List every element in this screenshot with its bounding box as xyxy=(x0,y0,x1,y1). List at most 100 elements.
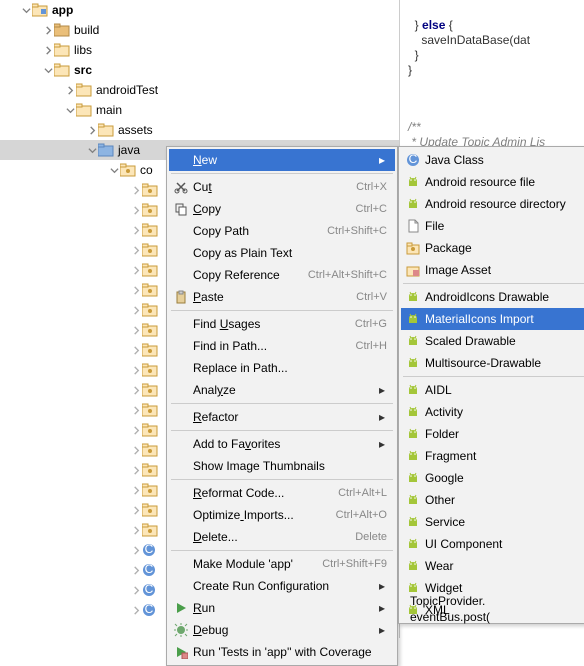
menu-item-label: UI Component xyxy=(425,537,584,551)
menu-item-wear[interactable]: Wear▸ xyxy=(401,555,584,577)
chevron-right-icon[interactable] xyxy=(130,324,142,336)
menu-item-copy-reference[interactable]: Copy ReferenceCtrl+Alt+Shift+C xyxy=(169,264,395,286)
menu-item-fragment[interactable]: Fragment▸ xyxy=(401,445,584,467)
code-line: } else { xyxy=(408,18,453,32)
menu-item-activity[interactable]: Activity▸ xyxy=(401,401,584,423)
chevron-right-icon[interactable] xyxy=(130,604,142,616)
chevron-right-icon[interactable] xyxy=(130,444,142,456)
menu-item-aidl[interactable]: AIDL▸ xyxy=(401,379,584,401)
tree-row-app[interactable]: app xyxy=(0,0,399,20)
chevron-right-icon[interactable] xyxy=(130,244,142,256)
menu-item-find-usages[interactable]: Find UsagesCtrl+G xyxy=(169,313,395,335)
menu-item-copy-path[interactable]: Copy PathCtrl+Shift+C xyxy=(169,220,395,242)
menu-item-add-to-favorites[interactable]: Add to Favorites▸ xyxy=(169,433,395,455)
menu-item-paste[interactable]: PasteCtrl+V xyxy=(169,286,395,308)
chevron-right-icon[interactable] xyxy=(42,24,54,36)
menu-item-cut[interactable]: CutCtrl+X xyxy=(169,176,395,198)
chevron-right-icon[interactable] xyxy=(130,464,142,476)
menu-item-other[interactable]: Other▸ xyxy=(401,489,584,511)
chevron-right-icon[interactable] xyxy=(130,264,142,276)
menu-item-label: Other xyxy=(425,493,584,507)
menu-item-replace-in-path[interactable]: Replace in Path... xyxy=(169,357,395,379)
menu-item-java-class[interactable]: CJava Class xyxy=(401,149,584,171)
menu-item-shortcut: Ctrl+Shift+F9 xyxy=(322,558,387,570)
menu-item-create-run-configuration[interactable]: Create Run Configuration▸ xyxy=(169,575,395,597)
chevron-down-icon[interactable] xyxy=(20,4,32,16)
menu-item-delete[interactable]: Delete...Delete xyxy=(169,526,395,548)
menu-item-multisource-drawable[interactable]: Multisource-Drawable xyxy=(401,352,584,374)
chevron-right-icon[interactable] xyxy=(130,404,142,416)
chevron-right-icon[interactable] xyxy=(130,544,142,556)
tree-label: src xyxy=(74,63,92,77)
menu-item-androidicons-drawable[interactable]: AndroidIcons Drawable xyxy=(401,286,584,308)
chevron-right-icon[interactable] xyxy=(130,484,142,496)
menu-item-run-tests-in-app-with-coverage[interactable]: Run 'Tests in 'app'' with Coverage xyxy=(169,641,395,663)
chevron-down-icon[interactable] xyxy=(64,104,76,116)
chevron-right-icon[interactable] xyxy=(130,384,142,396)
chevron-right-icon[interactable] xyxy=(130,504,142,516)
menu-item-scaled-drawable[interactable]: Scaled Drawable xyxy=(401,330,584,352)
source-folder-icon xyxy=(98,143,114,157)
menu-item-show-image-thumbnails[interactable]: Show Image Thumbnails xyxy=(169,455,395,477)
menu-item-run[interactable]: Run▸ xyxy=(169,597,395,619)
menu-item-android-resource-file[interactable]: Android resource file xyxy=(401,171,584,193)
menu-item-label: Cut xyxy=(193,180,356,194)
menu-item-folder[interactable]: Folder▸ xyxy=(401,423,584,445)
menu-item-package[interactable]: Package xyxy=(401,237,584,259)
menu-item-label: Copy Reference xyxy=(193,268,308,282)
menu-item-label: Android resource directory xyxy=(425,197,584,211)
chevron-down-icon[interactable] xyxy=(42,64,54,76)
menu-item-shortcut: Ctrl+Alt+O xyxy=(336,509,387,521)
menu-item-file[interactable]: File xyxy=(401,215,584,237)
chevron-right-icon[interactable] xyxy=(64,84,76,96)
menu-item-copy-as-plain-text[interactable]: Copy as Plain Text xyxy=(169,242,395,264)
menu-item-ui-component[interactable]: UI Component▸ xyxy=(401,533,584,555)
package-icon xyxy=(142,203,158,217)
menu-item-refactor[interactable]: Refactor▸ xyxy=(169,406,395,428)
menu-item-label: Replace in Path... xyxy=(193,361,387,375)
file-icon xyxy=(405,219,421,233)
tree-row-androidtest[interactable]: androidTest xyxy=(0,80,399,100)
tree-row-libs[interactable]: libs xyxy=(0,40,399,60)
chevron-right-icon[interactable] xyxy=(130,304,142,316)
chevron-right-icon[interactable] xyxy=(130,424,142,436)
chevron-right-icon[interactable] xyxy=(130,184,142,196)
menu-item-find-in-path[interactable]: Find in Path...Ctrl+H xyxy=(169,335,395,357)
tree-row-build[interactable]: build xyxy=(0,20,399,40)
menu-item-materialicons-import[interactable]: MaterialIcons Import xyxy=(401,308,584,330)
menu-item-make-module-app[interactable]: Make Module 'app'Ctrl+Shift+F9 xyxy=(169,553,395,575)
chevron-down-icon[interactable] xyxy=(86,144,98,156)
menu-item-label: Debug xyxy=(193,623,373,637)
menu-item-image-asset[interactable]: Image Asset xyxy=(401,259,584,281)
menu-item-label: Find Usages xyxy=(193,317,355,331)
menu-item-analyze[interactable]: Analyze▸ xyxy=(169,379,395,401)
new-submenu[interactable]: CJava ClassAndroid resource file Android … xyxy=(398,146,584,624)
menu-item-copy[interactable]: CopyCtrl+C xyxy=(169,198,395,220)
chevron-right-icon[interactable] xyxy=(86,124,98,136)
chevron-right-icon[interactable] xyxy=(130,344,142,356)
chevron-right-icon[interactable] xyxy=(130,564,142,576)
menu-item-label: Copy xyxy=(193,202,356,216)
menu-item-service[interactable]: Service▸ xyxy=(401,511,584,533)
menu-item-optimize-imports[interactable]: Optimize Imports...Ctrl+Alt+O xyxy=(169,504,395,526)
code-line: saveInDataBase(dat xyxy=(408,33,530,47)
menu-item-reformat-code[interactable]: Reformat Code...Ctrl+Alt+L xyxy=(169,482,395,504)
chevron-right-icon[interactable] xyxy=(42,44,54,56)
menu-item-shortcut: Ctrl+Shift+C xyxy=(327,225,387,237)
chevron-right-icon[interactable] xyxy=(130,364,142,376)
chevron-right-icon[interactable] xyxy=(130,204,142,216)
menu-item-google[interactable]: Google▸ xyxy=(401,467,584,489)
chevron-right-icon[interactable] xyxy=(130,284,142,296)
menu-item-android-resource-directory[interactable]: Android resource directory xyxy=(401,193,584,215)
chevron-right-icon[interactable] xyxy=(130,584,142,596)
package-icon xyxy=(120,163,136,177)
chevron-right-icon[interactable] xyxy=(130,524,142,536)
menu-item-new[interactable]: New▸ xyxy=(169,149,395,171)
context-menu[interactable]: New▸ CutCtrl+XCopyCtrl+CCopy PathCtrl+Shi… xyxy=(166,146,398,666)
tree-row-src[interactable]: src xyxy=(0,60,399,80)
tree-row-main[interactable]: main xyxy=(0,100,399,120)
svg-text:C: C xyxy=(145,583,154,596)
chevron-down-icon[interactable] xyxy=(108,164,120,176)
chevron-right-icon[interactable] xyxy=(130,224,142,236)
tree-row-assets[interactable]: assets xyxy=(0,120,399,140)
